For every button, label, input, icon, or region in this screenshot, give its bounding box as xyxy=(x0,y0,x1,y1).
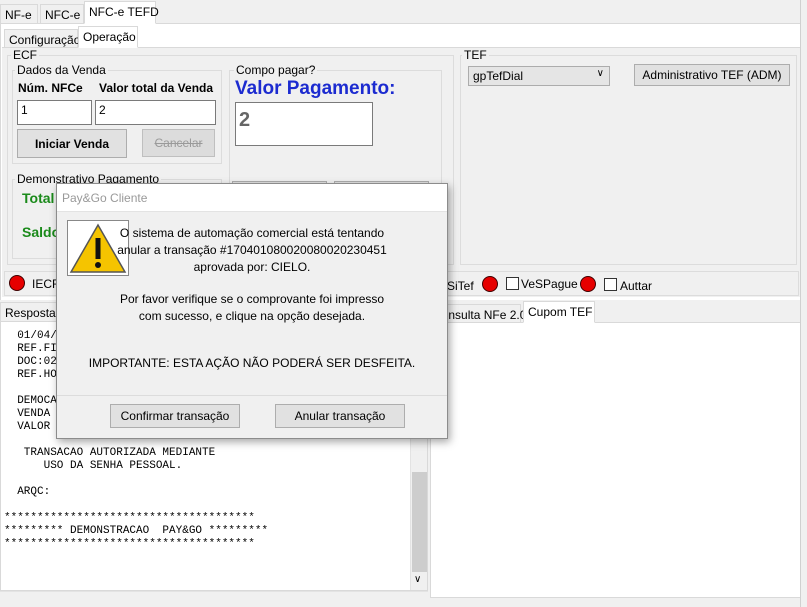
pagar-title: Compo pagar? xyxy=(234,63,318,77)
receipt-line: TRANSACAO AUTORIZADA MEDIANTE xyxy=(4,447,216,459)
vespague-checkbox[interactable] xyxy=(506,277,519,290)
valor-total-input[interactable]: 2 xyxy=(95,100,216,125)
tab-label: Consulta NFe 2.01 xyxy=(433,308,534,322)
dialog-line5: com sucesso, e clique na opção desejada. xyxy=(138,309,366,323)
tab-respostas[interactable]: Respostas xyxy=(0,302,62,322)
num-nfce-label: Núm. NFCe xyxy=(18,81,83,95)
dialog-line2: anular a transação #17040108002008002023… xyxy=(117,243,387,257)
main-tab-label: NF-e xyxy=(5,8,32,22)
dialog-title: Pay&Go Cliente xyxy=(57,184,447,212)
main-tab-nfce-tefd[interactable]: NFC-e TEFD xyxy=(84,1,159,24)
dialog-line4: Por favor verifique se o comprovante foi… xyxy=(119,292,385,306)
auttar-label: Auttar xyxy=(620,279,653,293)
sitef-led xyxy=(482,276,498,292)
administrativo-tef-button[interactable]: Administrativo TEF (ADM) xyxy=(634,64,790,86)
scroll-down-icon[interactable]: ∨ xyxy=(414,574,421,585)
ecf-led xyxy=(9,275,25,291)
valor-total-label: Valor total da Venda xyxy=(99,81,214,95)
tef-group xyxy=(460,55,797,265)
receipt-line: ************************************** xyxy=(4,538,255,550)
dados-venda-title: Dados da Venda xyxy=(15,63,108,77)
receipt-line xyxy=(4,473,404,486)
valor-pagamento-label: Valor Pagamento: xyxy=(235,78,396,99)
receipt-line: ************************************** xyxy=(4,512,255,524)
sub-tab-configuracao[interactable]: Configuração xyxy=(4,29,81,48)
tef-select[interactable]: gpTefDial ∨ xyxy=(468,66,610,86)
main-tab-label: NFC-e xyxy=(45,8,81,22)
dialog-separator xyxy=(57,395,447,396)
main-tab-nfe[interactable]: NF-e xyxy=(0,4,38,24)
cancelar-button[interactable]: Cancelar xyxy=(142,129,215,157)
saldo-label: Saldo xyxy=(22,224,61,240)
sitef-status-label: SiTef xyxy=(447,279,474,293)
confirmar-transacao-button[interactable]: Confirmar transação xyxy=(110,404,240,428)
vespague-label: VeSPague xyxy=(521,277,578,291)
dialog-line1: O sistema de automação comercial está te… xyxy=(119,226,385,240)
tef-select-value: gpTefDial xyxy=(473,69,524,83)
auttar-led xyxy=(580,276,596,292)
receipt-line: ARQC: xyxy=(4,486,51,498)
main-tab-label: NFC-e TEFD xyxy=(89,5,159,19)
iniciar-venda-button[interactable]: Iniciar Venda xyxy=(17,129,127,158)
tef-group-title: TEF xyxy=(462,48,489,62)
paygo-dialog: Pay&Go Cliente O sistema de automação co… xyxy=(56,183,448,439)
receipt-line: USO DA SENHA PESSOAL. xyxy=(4,460,183,472)
sub-tab-label: Operação xyxy=(83,30,136,44)
num-nfce-input[interactable]: 1 xyxy=(17,100,92,125)
sub-tab-operacao[interactable]: Operação xyxy=(78,26,138,48)
dialog-line3: aprovada por: CIELO. xyxy=(193,260,311,274)
chevron-down-icon: ∨ xyxy=(596,68,604,79)
bottom-scrollbar[interactable] xyxy=(0,591,428,600)
sub-tab-label: Configuração xyxy=(9,33,81,47)
right-scrollbar[interactable] xyxy=(800,0,807,607)
main-tab-nfce[interactable]: NFC-e xyxy=(40,4,84,24)
tab-label: Respostas xyxy=(5,306,62,320)
tab-label: Cupom TEF xyxy=(528,305,593,319)
receipt-line xyxy=(4,499,404,512)
dialog-line6: IMPORTANTE: ESTA AÇÃO NÃO PODERÁ SER DES… xyxy=(88,356,416,370)
scrollbar-thumb[interactable] xyxy=(412,472,427,572)
cupom-panel xyxy=(430,322,802,598)
tab-cupom-tef[interactable]: Cupom TEF xyxy=(523,301,595,323)
receipt-line: ********* DEMONSTRACAO PAY&GO ********* xyxy=(4,525,269,537)
total-label: Total xyxy=(22,190,55,206)
auttar-checkbox[interactable] xyxy=(604,278,617,291)
ecf-group-title: ECF xyxy=(11,48,39,62)
anular-transacao-button[interactable]: Anular transação xyxy=(275,404,405,428)
valor-pagamento-input[interactable]: 2 xyxy=(235,102,373,146)
